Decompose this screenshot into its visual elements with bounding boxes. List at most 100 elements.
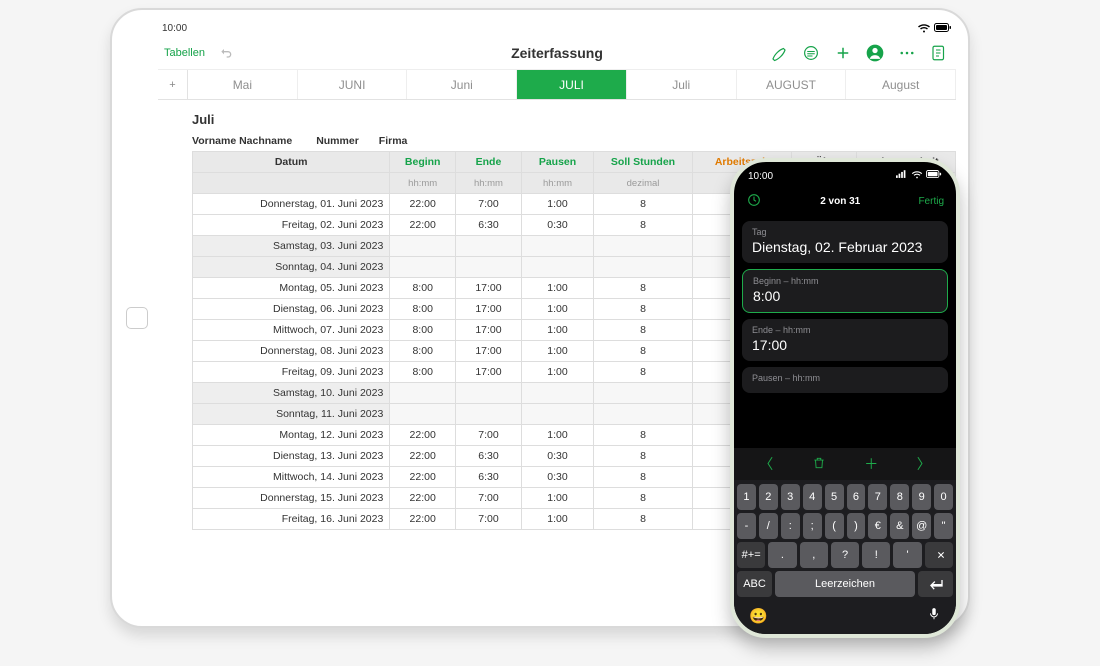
key[interactable]: &: [890, 513, 909, 539]
table-cell[interactable]: Freitag, 16. Juni 2023: [193, 509, 390, 530]
table-cell[interactable]: 8: [594, 488, 693, 509]
table-cell[interactable]: 8: [594, 467, 693, 488]
key[interactable]: 6: [847, 484, 866, 510]
table-cell[interactable]: 0:30: [521, 446, 593, 467]
key[interactable]: ABC: [737, 571, 772, 597]
table-cell[interactable]: [594, 236, 693, 257]
table-cell[interactable]: 17:00: [456, 299, 522, 320]
sheet-tab-juni[interactable]: JUNI: [298, 70, 408, 99]
key[interactable]: 0: [934, 484, 953, 510]
table-cell[interactable]: 8: [594, 194, 693, 215]
table-cell[interactable]: [521, 236, 593, 257]
table-cell[interactable]: 8: [594, 362, 693, 383]
more-icon[interactable]: [896, 42, 918, 64]
key[interactable]: ?: [831, 542, 859, 568]
table-cell[interactable]: 7:00: [456, 425, 522, 446]
sheet-tab-juni[interactable]: Juni: [407, 70, 517, 99]
ipad-home-button[interactable]: [126, 307, 148, 329]
key[interactable]: !: [862, 542, 890, 568]
key[interactable]: 9: [912, 484, 931, 510]
table-cell[interactable]: Freitag, 09. Juni 2023: [193, 362, 390, 383]
table-cell[interactable]: [456, 404, 522, 425]
key[interactable]: #+=: [737, 542, 765, 568]
undo-icon[interactable]: [215, 42, 237, 64]
table-cell[interactable]: Mittwoch, 07. Juni 2023: [193, 320, 390, 341]
table-cell[interactable]: 17:00: [456, 341, 522, 362]
key[interactable]: 8: [890, 484, 909, 510]
table-cell[interactable]: 1:00: [521, 278, 593, 299]
col-ende[interactable]: Ende: [456, 152, 522, 173]
emoji-button[interactable]: 😀: [749, 607, 768, 625]
key[interactable]: 2: [759, 484, 778, 510]
table-cell[interactable]: 1:00: [521, 194, 593, 215]
table-cell[interactable]: 8: [594, 299, 693, 320]
key[interactable]: 3: [781, 484, 800, 510]
key[interactable]: ,: [800, 542, 828, 568]
table-cell[interactable]: [390, 404, 456, 425]
table-cell[interactable]: Dienstag, 13. Juni 2023: [193, 446, 390, 467]
table-cell[interactable]: [521, 257, 593, 278]
table-cell[interactable]: Montag, 05. Juni 2023: [193, 278, 390, 299]
table-cell[interactable]: Donnerstag, 01. Juni 2023: [193, 194, 390, 215]
table-cell[interactable]: 17:00: [456, 320, 522, 341]
table-cell[interactable]: [390, 236, 456, 257]
table-cell[interactable]: 1:00: [521, 425, 593, 446]
table-cell[interactable]: 8: [594, 425, 693, 446]
key[interactable]: /: [759, 513, 778, 539]
key[interactable]: €: [868, 513, 887, 539]
toolbar-trash-icon[interactable]: [812, 456, 826, 473]
table-cell[interactable]: Samstag, 03. Juni 2023: [193, 236, 390, 257]
table-cell[interactable]: Sonntag, 11. Juni 2023: [193, 404, 390, 425]
table-cell[interactable]: Donnerstag, 15. Juni 2023: [193, 488, 390, 509]
key[interactable]: 7: [868, 484, 887, 510]
table-cell[interactable]: Sonntag, 04. Juni 2023: [193, 257, 390, 278]
insert-icon[interactable]: [928, 42, 950, 64]
table-cell[interactable]: 1:00: [521, 299, 593, 320]
table-cell[interactable]: 8:00: [390, 299, 456, 320]
form-card[interactable]: Pausen – hh:mm: [742, 367, 948, 393]
table-cell[interactable]: 6:30: [456, 446, 522, 467]
table-cell[interactable]: 17:00: [456, 278, 522, 299]
key[interactable]: 5: [825, 484, 844, 510]
return-key[interactable]: [918, 571, 953, 597]
table-cell[interactable]: 22:00: [390, 509, 456, 530]
table-cell[interactable]: [594, 257, 693, 278]
table-cell[interactable]: Donnerstag, 08. Juni 2023: [193, 341, 390, 362]
table-cell[interactable]: 7:00: [456, 194, 522, 215]
collaborate-icon[interactable]: [864, 42, 886, 64]
key[interactable]: (: [825, 513, 844, 539]
table-cell[interactable]: [456, 236, 522, 257]
table-cell[interactable]: [390, 383, 456, 404]
table-cell[interactable]: 1:00: [521, 509, 593, 530]
table-cell[interactable]: 17:00: [456, 362, 522, 383]
table-cell[interactable]: [456, 257, 522, 278]
table-cell[interactable]: 1:00: [521, 341, 593, 362]
form-card[interactable]: Beginn – hh:mm8:00: [742, 269, 948, 313]
table-cell[interactable]: 8: [594, 509, 693, 530]
col-soll[interactable]: Soll Stunden: [594, 152, 693, 173]
table-cell[interactable]: 1:00: [521, 320, 593, 341]
text-icon[interactable]: [800, 42, 822, 64]
table-cell[interactable]: [521, 404, 593, 425]
table-cell[interactable]: Montag, 12. Juni 2023: [193, 425, 390, 446]
table-cell[interactable]: 0:30: [521, 215, 593, 236]
table-cell[interactable]: [456, 383, 522, 404]
table-cell[interactable]: 22:00: [390, 425, 456, 446]
sheet-tab-mai[interactable]: Mai: [188, 70, 298, 99]
col-beginn[interactable]: Beginn: [390, 152, 456, 173]
table-cell[interactable]: Mittwoch, 14. Juni 2023: [193, 467, 390, 488]
key[interactable]: ": [934, 513, 953, 539]
dictation-button[interactable]: [927, 606, 941, 626]
add-sheet-button[interactable]: +: [158, 70, 188, 99]
sheet-tab-juli[interactable]: JULI: [517, 70, 627, 99]
table-cell[interactable]: 22:00: [390, 467, 456, 488]
table-cell[interactable]: 8: [594, 320, 693, 341]
key[interactable]: ': [893, 542, 921, 568]
table-cell[interactable]: 8:00: [390, 278, 456, 299]
table-cell[interactable]: 22:00: [390, 488, 456, 509]
table-cell[interactable]: Samstag, 10. Juni 2023: [193, 383, 390, 404]
toolbar-prev-icon[interactable]: 〈: [759, 454, 773, 474]
add-icon[interactable]: [832, 42, 854, 64]
table-cell[interactable]: 0:30: [521, 467, 593, 488]
col-datum[interactable]: Datum: [193, 152, 390, 173]
